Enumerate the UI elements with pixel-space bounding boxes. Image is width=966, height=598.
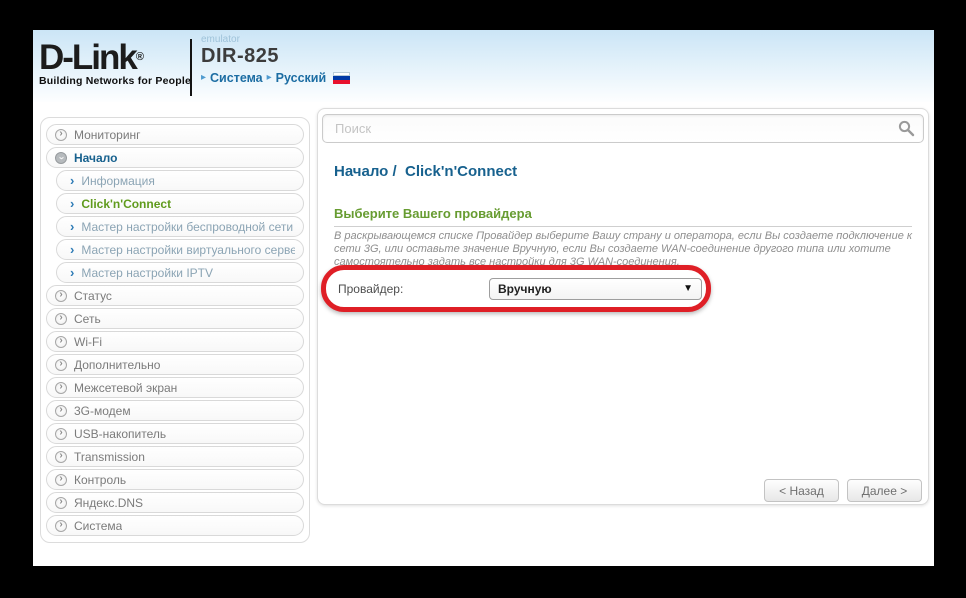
header-divider [190, 39, 192, 96]
provider-label: Провайдер: [338, 282, 403, 296]
page-breadcrumb: Начало / Click'n'Connect [334, 163, 517, 180]
sidebar-item-virtual-server-wizard[interactable]: › Мастер настройки виртуального сервера [56, 239, 304, 260]
sidebar-item-firewall[interactable]: › Межсетевой экран [46, 377, 304, 398]
chevron-right-circle-icon: › [55, 474, 67, 486]
sidebar-item-label: Яндекс.DNS [74, 496, 143, 510]
sidebar-item-wifi[interactable]: › Wi-Fi [46, 331, 304, 352]
sidebar-item-label: Transmission [74, 450, 145, 464]
screen-frame: D-Link® Building Networks for People emu… [0, 0, 966, 598]
sidebar-item-label: USB-накопитель [74, 427, 166, 441]
sidebar-item-click-n-connect[interactable]: › Click'n'Connect [56, 193, 304, 214]
logo-wordmark: D-Link [39, 38, 136, 77]
sidebar-item-iptv-wizard[interactable]: › Мастер настройки IPTV [56, 262, 304, 283]
language-link[interactable]: Русский [276, 71, 327, 85]
sidebar-item-label: Сеть [74, 312, 101, 326]
search-box [322, 114, 924, 143]
sidebar-item-label: Статус [74, 289, 112, 303]
chevron-right-circle-icon: › [55, 451, 67, 463]
next-button[interactable]: Далее > [847, 479, 922, 502]
dlink-logo: D-Link® Building Networks for People [39, 41, 191, 87]
header: D-Link® Building Networks for People emu… [33, 30, 934, 102]
chevron-right-circle-icon: › [55, 520, 67, 532]
emulator-label: emulator [201, 34, 350, 45]
logo-title: D-Link® [39, 41, 191, 74]
sidebar-item-monitoring[interactable]: › Мониторинг [46, 124, 304, 145]
sidebar-item-network[interactable]: › Сеть [46, 308, 304, 329]
sidebar-menu: ›Мониторинг›Начало›Информация›Click'n'Co… [40, 117, 310, 543]
sidebar-item-yandex-dns[interactable]: › Яндекс.DNS [46, 492, 304, 513]
chevron-right-icon: › [70, 174, 74, 187]
sidebar-item-label: Начало [74, 151, 117, 165]
logo-tagline: Building Networks for People [39, 75, 191, 87]
chevron-right-circle-icon: › [55, 336, 67, 348]
registered-trademark: ® [136, 51, 144, 63]
sidebar-item-label: 3G-модем [74, 404, 131, 418]
sidebar-item-usb-storage[interactable]: › USB-накопитель [46, 423, 304, 444]
highlight-annotation: Провайдер: Вручную [321, 265, 711, 312]
chevron-right-circle-icon: › [55, 405, 67, 417]
arrow-right-icon [267, 73, 272, 83]
dropdown-arrow-icon [683, 284, 693, 294]
sidebar-item-label: Контроль [74, 473, 126, 487]
sidebar-item-label: Межсетевой экран [74, 381, 177, 395]
sidebar-item-control[interactable]: › Контроль [46, 469, 304, 490]
chevron-right-circle-icon: › [55, 290, 67, 302]
back-button[interactable]: < Назад [764, 479, 839, 502]
sidebar-item-label: Мастер настройки виртуального сервера [81, 243, 295, 257]
model-block: emulator DIR-825 Система Русский [201, 34, 350, 85]
chevron-right-circle-icon: › [55, 129, 67, 141]
sidebar-item-label: Информация [81, 174, 154, 188]
arrow-right-icon [201, 73, 206, 83]
chevron-right-circle-icon: › [55, 382, 67, 394]
chevron-right-icon: › [70, 197, 74, 210]
chevron-right-icon: › [70, 266, 74, 279]
sidebar-item-wireless-wizard[interactable]: › Мастер настройки беспроводной сети [56, 216, 304, 237]
chevron-right-icon: › [70, 220, 74, 233]
system-link[interactable]: Система [210, 71, 263, 85]
sidebar-item-start[interactable]: › Начало [46, 147, 304, 168]
sidebar-item-transmission[interactable]: › Transmission [46, 446, 304, 467]
sidebar-item-label: Мастер настройки беспроводной сети [81, 220, 293, 234]
chevron-right-icon: › [70, 243, 74, 256]
sidebar-item-label: Система [74, 519, 122, 533]
chevron-right-circle-icon: › [55, 359, 67, 371]
search-input[interactable] [322, 114, 924, 143]
chevron-down-circle-icon: › [55, 152, 67, 164]
sidebar-item-label: Дополнительно [74, 358, 160, 372]
sidebar-item-label: Click'n'Connect [81, 197, 171, 211]
sidebar-item-label: Мастер настройки IPTV [81, 266, 213, 280]
chevron-right-circle-icon: › [55, 428, 67, 440]
sidebar-item-advanced[interactable]: › Дополнительно [46, 354, 304, 375]
sidebar-item-information[interactable]: › Информация [56, 170, 304, 191]
sidebar-item-label: Wi-Fi [74, 335, 102, 349]
page: D-Link® Building Networks for People emu… [33, 30, 934, 566]
russian-flag-icon[interactable] [333, 72, 350, 84]
sidebar-item-3g-modem[interactable]: › 3G-модем [46, 400, 304, 421]
provider-select[interactable]: Вручную [489, 278, 702, 300]
sidebar-item-status[interactable]: › Статус [46, 285, 304, 306]
sidebar-item-system[interactable]: › Система [46, 515, 304, 536]
header-links: Система Русский [201, 71, 350, 85]
sidebar-item-label: Мониторинг [74, 128, 141, 142]
chevron-right-circle-icon: › [55, 313, 67, 325]
chevron-right-circle-icon: › [55, 497, 67, 509]
section-heading: Выберите Вашего провайдера [334, 206, 912, 227]
search-icon [898, 120, 915, 137]
provider-select-value: Вручную [498, 282, 683, 296]
model-name: DIR-825 [201, 45, 350, 68]
section-description: В раскрывающемся списке Провайдер выбери… [334, 230, 914, 269]
main-panel: Начало / Click'n'Connect Выберите Вашего… [317, 108, 929, 505]
